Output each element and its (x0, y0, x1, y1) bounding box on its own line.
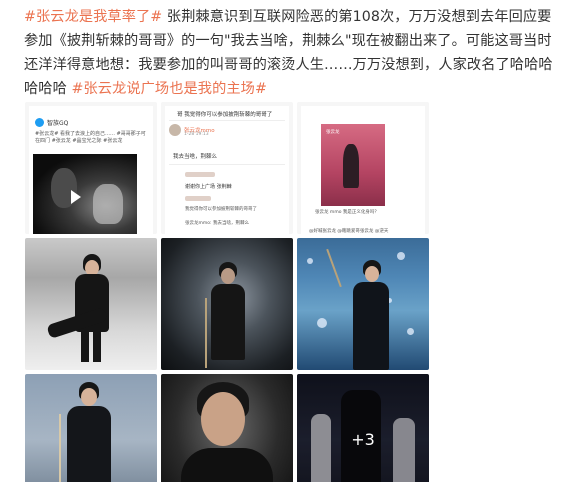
comment-sub-line: 张云龙mmo: 我去当啥，荆棘么 (185, 221, 249, 226)
head-shape (365, 266, 379, 282)
more-overlay (297, 374, 429, 482)
qq-logo-icon (35, 118, 44, 127)
sparkle (307, 258, 313, 264)
image-thumbnail-poster[interactable]: 张云龙 张云龙 mmo 我是正义化身吗？ @好喊张云龙 @瞎跳爱哥张云龙 @逆天 (297, 102, 429, 234)
staff-shape (326, 248, 342, 288)
blurred-username (185, 196, 211, 201)
avatar (169, 124, 181, 136)
comment-date: 1-28 19:13 (184, 132, 209, 137)
staff-shape (205, 298, 207, 368)
qq-post-text: #张云龙# 看我了去浪上的自己…… #哥哥那子可在四门 #张云龙 #晶宝光之际 … (35, 131, 146, 144)
sparkle (407, 328, 414, 335)
figure-shape (67, 406, 111, 482)
staff-shape (59, 414, 61, 482)
poster-text: 张云龙 (326, 130, 340, 135)
sparkle (397, 252, 405, 260)
leg-shape (93, 330, 101, 362)
figure-shape (343, 144, 359, 188)
head-shape (201, 392, 245, 446)
divider (169, 164, 285, 165)
comment-quote-detail: 我觉得你可以参加披荆斩棘的哥哥了 (185, 207, 257, 212)
image-thumbnail-photo-6[interactable] (297, 238, 429, 370)
image-thumbnail-comment[interactable]: 哥 我觉得你可以参加披荆斩棘的哥哥了 张云龙mmo 1-28 19:13 我去当… (161, 102, 293, 234)
figure-shape (211, 284, 245, 360)
image-thumbnail-photo-7[interactable] (25, 374, 157, 482)
qq-header: 智族GQ (35, 118, 68, 127)
image-thumbnail-qq-post[interactable]: 智族GQ #张云龙# 看我了去浪上的自己…… #哥哥那子可在四门 #张云龙 #晶… (25, 102, 157, 234)
hashtag-link[interactable]: #张云龙说广场也是我的主场# (72, 81, 267, 97)
screenshot-qq: 智族GQ #张云龙# 看我了去浪上的自己…… #哥哥那子可在四门 #张云龙 #晶… (29, 106, 153, 234)
figure-shape (353, 282, 389, 370)
hashtag-link[interactable]: #张云龙是我草率了# (24, 9, 162, 25)
head-shape (221, 268, 235, 284)
poster-image: 张云龙 (321, 124, 385, 206)
qq-app-name: 智族GQ (47, 120, 69, 127)
more-images-count: +3 (351, 430, 375, 449)
leg-shape (81, 330, 89, 362)
screenshot-poster: 张云龙 张云龙 mmo 我是正义化身吗？ @好喊张云龙 @瞎跳爱哥张云龙 @逆天 (301, 106, 425, 234)
divider (169, 120, 285, 121)
screenshot-comment: 哥 我觉得你可以参加披荆斩棘的哥哥了 张云龙mmo 1-28 19:13 我去当… (165, 106, 289, 234)
hand-shape (93, 184, 123, 224)
image-thumbnail-photo-5[interactable] (161, 238, 293, 370)
comment-quote-line: 谢谢你上广场 张荆棘 (185, 184, 232, 190)
blurred-username (185, 172, 215, 177)
image-thumbnail-photo-4[interactable] (25, 238, 157, 370)
play-icon (71, 190, 81, 204)
comment-header: 哥 我觉得你可以参加披荆斩棘的哥哥了 (177, 112, 273, 118)
shoulders-shape (181, 448, 273, 482)
image-thumbnail-more[interactable]: +3 (297, 374, 429, 482)
image-thumbnail-photo-8[interactable] (161, 374, 293, 482)
poster-footer: @好喊张云龙 @瞎跳爱哥张云龙 @逆天 (309, 229, 389, 234)
post-text: #张云龙是我草率了# 张荆棘意识到互联网险恶的第108次，万万没想到去年回应要参… (24, 5, 564, 101)
sparkle (317, 318, 327, 328)
qq-video-thumbnail (33, 154, 137, 234)
head-shape (81, 388, 97, 406)
poster-caption: 张云龙 mmo 我是正义化身吗？ (315, 210, 379, 215)
comment-reply: 我去当啥，荆棘么 (173, 154, 218, 160)
